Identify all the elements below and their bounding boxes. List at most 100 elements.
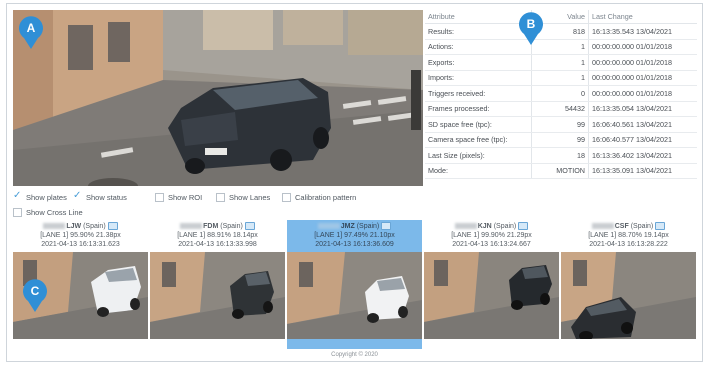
detection-timestamp: 2021-04-13 16:13:31.623 — [41, 241, 120, 249]
detection-timestamp: 2021-04-13 16:13:28.222 — [589, 241, 668, 249]
detection-image — [287, 252, 422, 339]
detection-image — [561, 252, 696, 339]
copyright-text: Copyright © 2020 — [331, 352, 378, 358]
camera-icon — [381, 222, 392, 231]
option-show-roi[interactable]: Show ROI — [155, 191, 202, 203]
checkbox-show-status[interactable] — [73, 190, 82, 202]
lane-info: [LANE 1] 97.49% 21.10px — [314, 232, 395, 240]
table-row: Imports: 1 00:00:00.000 01/01/2018 — [425, 70, 697, 86]
attribute-cell: Actions: — [425, 39, 532, 55]
value-cell: 99 — [531, 116, 589, 133]
plate-text: KJN — [477, 223, 492, 230]
detection-caption: KJN (Spain) [LANE 1] 99.90% 21.29px 2021… — [424, 220, 559, 252]
attribute-cell: Last Size (pixels): — [425, 147, 532, 164]
option-label: Show Lanes — [229, 192, 271, 202]
attribute-cell: Results: — [425, 23, 532, 40]
option-show-plates[interactable]: Show plates — [13, 190, 67, 203]
last-change-cell: 16:13:36.402 13/04/2021 — [588, 147, 697, 164]
detection-image — [150, 252, 285, 339]
country-text: (Spain) — [220, 223, 243, 230]
value-cell: 54432 — [531, 101, 589, 117]
plate-text: CSF — [614, 223, 629, 230]
option-label: Show Cross Line — [26, 207, 83, 217]
checkbox-calibration-pattern[interactable] — [282, 192, 291, 202]
detection-timestamp: 2021-04-13 16:13:33.998 — [178, 241, 257, 249]
country-text: (Spain) — [630, 223, 654, 230]
checkbox-show-plates[interactable] — [13, 190, 22, 202]
lane-info: [LANE 1] 99.90% 21.29px — [451, 232, 532, 240]
option-show-status[interactable]: Show status — [73, 190, 127, 203]
detection-card[interactable]: KJN (Spain) [LANE 1] 99.90% 21.29px 2021… — [424, 220, 559, 349]
last-change-cell: 16:13:35.054 13/04/2021 — [588, 101, 697, 117]
plate-text: LJW — [66, 223, 82, 230]
table-row: Mode: MOTION 16:13:35.091 13/04/2021 — [425, 163, 697, 179]
checkbox-show-roi[interactable] — [155, 192, 164, 202]
attribute-cell: Camera space free (tpc): — [425, 132, 532, 148]
detection-timestamp: 2021-04-13 16:13:24.667 — [452, 241, 531, 249]
camera-icon — [518, 222, 529, 231]
checkbox-show-lanes[interactable] — [216, 192, 225, 202]
table-row: Camera space free (tpc): 99 16:06:40.577 1… — [425, 132, 697, 148]
detection-image — [424, 252, 559, 339]
detection-timestamp: 2021-04-13 16:13:36.609 — [315, 241, 394, 249]
attribute-cell: Triggers received: — [425, 85, 532, 102]
last-change-cell: 16:06:40.577 13/04/2021 — [588, 132, 697, 148]
table-row: Frames processed: 54432 16:13:35.054 13/04… — [425, 101, 697, 117]
option-label: Calibration pattern — [295, 192, 357, 202]
country-text: (Spain) — [493, 223, 517, 230]
table-row: Exports: 1 00:00:00.000 01/01/2018 — [425, 54, 697, 71]
camera-icon — [655, 222, 666, 231]
attribute-cell: Mode: — [425, 163, 532, 179]
checkbox-show-cross-line[interactable] — [13, 207, 22, 217]
attribute-cell: Frames processed: — [425, 101, 532, 117]
table-row: Actions: 1 00:00:00.000 01/01/2018 — [425, 39, 697, 55]
value-cell: 99 — [531, 132, 589, 148]
last-change-cell: 16:13:35.091 13/04/2021 — [588, 163, 697, 179]
country-text: (Spain) — [356, 223, 380, 230]
last-change-cell: 00:00:00.000 01/01/2018 — [588, 85, 697, 102]
marker-a: A — [18, 16, 44, 49]
lane-info: [LANE 1] 88.91% 18.14px — [177, 232, 258, 240]
marker-c: C — [22, 279, 48, 312]
option-show-cross-line[interactable]: Show Cross Line — [13, 206, 83, 218]
last-change-cell: 00:00:00.000 01/01/2018 — [588, 39, 697, 55]
detection-card[interactable]: CSF (Spain) [LANE 1] 88.70% 19.14px 2021… — [561, 220, 696, 349]
table-row: Last Size (pixels): 18 16:13:36.402 13/04/… — [425, 147, 697, 164]
marker-b: B — [518, 12, 544, 45]
value-cell: 1 — [531, 70, 589, 86]
table-header-row: Attribute Value Last Change — [425, 10, 697, 24]
value-cell: MOTION — [531, 163, 589, 179]
plate-text: FDM — [203, 223, 219, 230]
last-change-cell: 16:13:35.543 13/04/2021 — [588, 23, 697, 40]
lane-info: [LANE 1] 88.70% 19.14px — [588, 232, 669, 240]
live-camera-view[interactable] — [13, 10, 423, 186]
attribute-table: Attribute Value Last Change Results: 818 1… — [425, 10, 697, 179]
column-header-last-change: Last Change — [588, 10, 697, 24]
last-change-cell: 00:00:00.000 01/01/2018 — [588, 70, 697, 86]
table-row: SD space free (tpc): 99 16:06:40.561 13/04… — [425, 116, 697, 133]
value-cell: 18 — [531, 147, 589, 164]
detection-card-selected[interactable]: JMZ (Spain) [LANE 1] 97.49% 21.10px 2021… — [287, 220, 422, 349]
option-label: Show plates — [26, 192, 67, 202]
detection-caption: JMZ (Spain) [LANE 1] 97.49% 21.10px 2021… — [287, 220, 422, 252]
value-cell: 0 — [531, 85, 589, 102]
detection-caption: FDM (Spain) [LANE 1] 88.91% 18.14px 2021… — [150, 220, 285, 252]
table-row: Triggers received: 0 00:00:00.000 01/01/20… — [425, 85, 697, 102]
last-change-cell: 00:00:00.000 01/01/2018 — [588, 54, 697, 71]
camera-icon — [107, 222, 118, 231]
option-show-lanes[interactable]: Show Lanes — [216, 191, 270, 203]
detection-caption: LJW (Spain) [LANE 1] 95.90% 21.38px 2021… — [13, 220, 148, 252]
detection-card[interactable]: FDM (Spain) [LANE 1] 88.91% 18.14px 2021… — [150, 220, 285, 349]
attribute-cell: SD space free (tpc): — [425, 116, 532, 133]
country-text: (Spain) — [83, 223, 106, 230]
attribute-cell: Exports: — [425, 54, 532, 71]
value-cell: 1 — [531, 54, 589, 71]
detection-caption: CSF (Spain) [LANE 1] 88.70% 19.14px 2021… — [561, 220, 696, 252]
column-header-attribute: Attribute — [425, 10, 532, 24]
table-row: Results: 818 16:13:35.543 13/04/2021 — [425, 23, 697, 40]
detections-strip: LJW (Spain) [LANE 1] 95.90% 21.38px 2021… — [13, 220, 697, 350]
last-change-cell: 16:06:40.561 13/04/2021 — [588, 116, 697, 133]
option-label: Show ROI — [168, 192, 203, 202]
attribute-cell: Imports: — [425, 70, 532, 86]
option-calibration-pattern[interactable]: Calibration pattern — [282, 191, 356, 203]
